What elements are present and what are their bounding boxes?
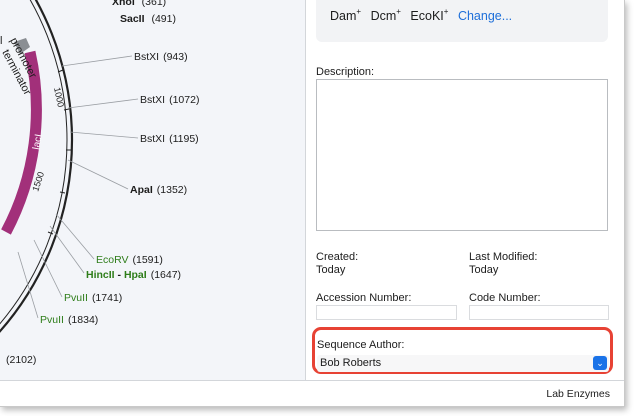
enzyme-pvuii-1834[interactable]: PvuII (1834): [40, 314, 98, 326]
status-bar: Lab Enzymes: [0, 380, 624, 406]
enzyme-2102[interactable]: (2102): [6, 354, 36, 366]
methylation-dam: Dam+: [330, 7, 362, 24]
lab-enzymes-label[interactable]: Lab Enzymes: [546, 388, 610, 400]
code-number-label: Code Number:: [469, 292, 541, 304]
methylation-ecoki: EcoKI+: [410, 7, 449, 24]
methylation-row: Dam+ Dcm+ EcoKI+ Change...: [330, 7, 512, 24]
plasmid-map[interactable]: 1000 1500 lacI promoter terminator l Xho…: [0, 0, 305, 380]
enzyme-bstxi-1195[interactable]: BstXI (1195): [140, 133, 199, 145]
accession-number-label: Accession Number:: [316, 292, 412, 304]
laci-label: lacI: [31, 133, 45, 150]
enzyme-hincii-hpai[interactable]: HincII - HpaI (1647): [86, 269, 181, 281]
marker-label: l: [0, 35, 2, 47]
sequence-author-label: Sequence Author:: [317, 339, 405, 351]
tick-label-1000: 1000: [52, 86, 66, 108]
created-label: Created:: [316, 251, 359, 263]
created-value: Today: [316, 264, 346, 276]
enzyme-pvuii-1741[interactable]: PvuII (1741): [64, 292, 122, 304]
methylation-box: Dam+ Dcm+ EcoKI+ Change...: [316, 0, 608, 42]
last-modified-label: Last Modified:: [469, 251, 538, 263]
accession-number-input[interactable]: [316, 305, 457, 320]
sequence-author-select[interactable]: Bob Roberts ⌄: [317, 355, 609, 372]
sequence-info-pane: Dam+ Dcm+ EcoKI+ Change... Description: …: [306, 0, 624, 380]
change-methylation-link[interactable]: Change...: [458, 9, 512, 23]
enzyme-bstxi-943[interactable]: BstXI (943): [134, 51, 188, 63]
enzyme-xhoi[interactable]: XhoI (361): [112, 0, 166, 8]
enzyme-bstxi-1072[interactable]: BstXI (1072): [140, 94, 199, 106]
enzyme-ecorv[interactable]: EcoRV (1591): [96, 254, 163, 266]
app-window: 1000 1500 lacI promoter terminator l Xho…: [0, 0, 625, 407]
select-chevron-icon[interactable]: ⌄: [593, 356, 607, 370]
methylation-dcm: Dcm+: [370, 7, 401, 24]
description-label: Description:: [316, 66, 375, 78]
last-modified-value: Today: [469, 264, 499, 276]
code-number-input[interactable]: [469, 305, 609, 320]
map-pane[interactable]: 1000 1500 lacI promoter terminator l Xho…: [0, 0, 306, 380]
enzyme-apai[interactable]: ApaI (1352): [130, 184, 187, 196]
enzyme-sacii[interactable]: SacII (491): [120, 13, 176, 25]
sequence-author-value: Bob Roberts: [320, 357, 382, 369]
description-textarea[interactable]: [316, 79, 608, 231]
